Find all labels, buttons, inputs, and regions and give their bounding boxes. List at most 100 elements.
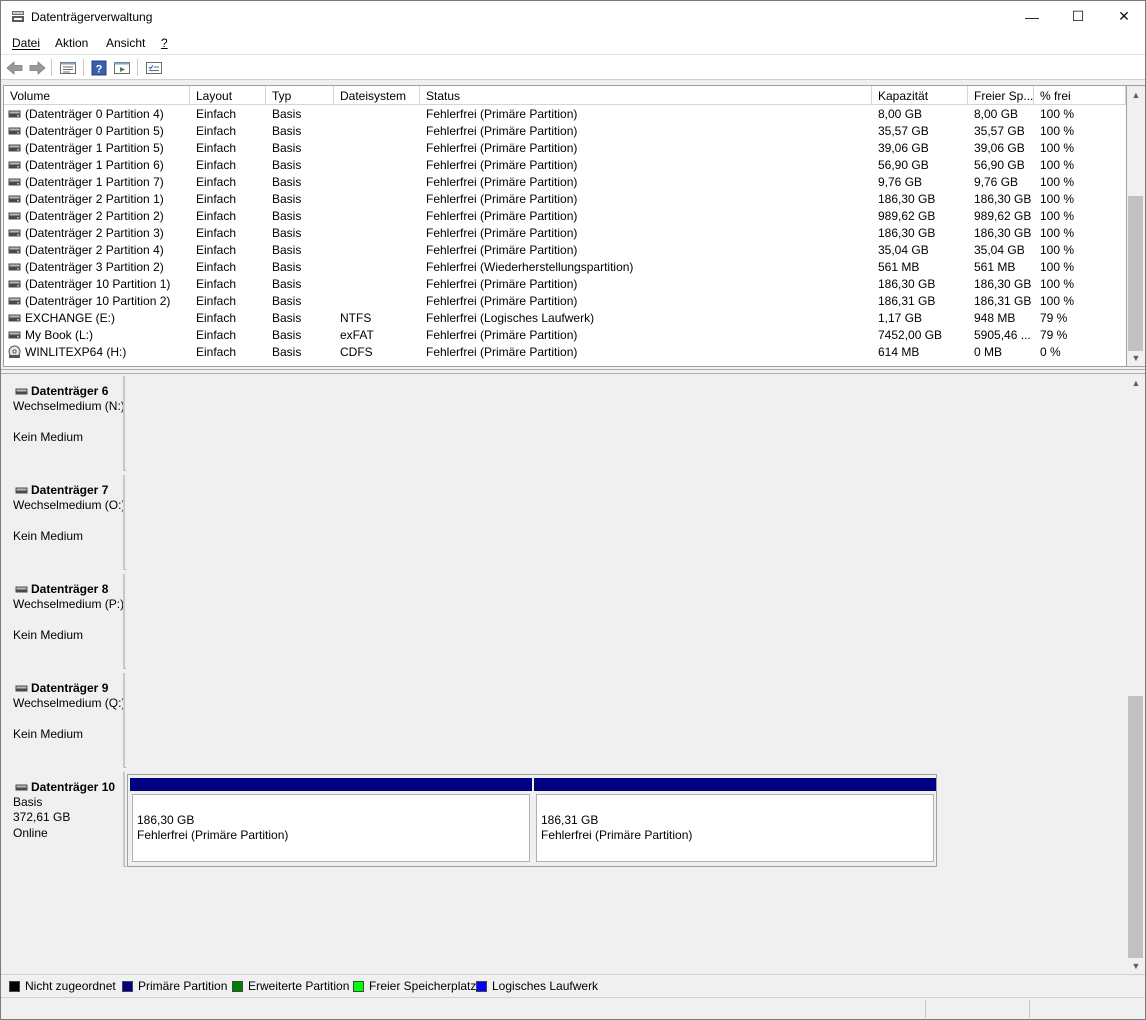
disk-icon [8,212,21,220]
layout-cell: Einfach [196,209,237,223]
table-row[interactable]: (Datenträger 10 Partition 1) Einfach Basis… [4,276,1126,293]
disk-state: Online [13,826,48,840]
disk-view-scrollbar[interactable]: ▲ ▼ [1127,374,1145,974]
disk-size [13,711,123,726]
maximize-icon: ☐ [1071,8,1085,24]
free-space-cell: 186,30 GB [974,277,1032,291]
status-cell: Fehlerfrei (Wiederherstellungspartition) [426,260,634,274]
column-header-status[interactable]: Status [420,86,872,105]
maximize-button[interactable]: ☐ [1055,1,1101,32]
volume-list-scrollbar[interactable]: ▲ ▼ [1127,85,1145,367]
disk-size: 372,61 GB [13,810,71,824]
disk-row[interactable]: Datenträger 6 Wechselmedium (N:) Kein Medi… [3,376,1127,471]
menu-datei[interactable]: Datei [12,36,40,50]
table-row[interactable]: (Datenträger 0 Partition 4) Einfach Basis F… [4,106,1126,123]
properties-button[interactable] [58,58,78,77]
type-cell: Basis [272,311,302,325]
legend-swatch [476,980,487,992]
menu-ansicht[interactable]: Ansicht [106,36,145,50]
column-header-filesystem[interactable]: Dateisystem [334,86,420,105]
disk-icon [8,297,21,305]
status-cell: Fehlerfrei (Primäre Partition) [426,141,578,155]
column-header-layout[interactable]: Layout [190,86,266,105]
scrollbar-thumb[interactable] [1128,196,1143,351]
disk-info-panel[interactable]: Datenträger 7 Wechselmedium (O:) Kein Medi… [3,475,125,570]
capacity-cell: 186,30 GB [878,192,936,206]
menu-aktion[interactable]: Aktion [55,36,88,50]
volume-name-cell: (Datenträger 0 Partition 5) [25,124,164,138]
scroll-down-icon[interactable]: ▼ [1127,957,1145,974]
disk-info-panel[interactable]: Datenträger 10 Basis 372,61 GB Online [3,772,125,867]
legend-label: Logisches Laufwerk [492,979,599,993]
scrollbar-thumb[interactable] [1128,696,1143,958]
disk-state: Kein Medium [13,430,84,444]
table-row[interactable]: EXCHANGE (E:) Einfach Basis NTFS Fehlerfrei … [4,310,1126,327]
minimize-button[interactable]: — [1009,1,1055,32]
disk-icon [8,263,21,271]
disk-info-panel[interactable]: Datenträger 9 Wechselmedium (Q:) Kein Medi… [3,673,125,768]
disk-size [13,513,123,528]
capacity-cell: 186,30 GB [878,226,936,240]
pane-splitter[interactable] [1,369,1145,374]
type-cell: Basis [272,107,302,121]
table-row[interactable]: (Datenträger 2 Partition 4) Einfach Basis F… [4,242,1126,259]
capacity-cell: 39,06 GB [878,141,929,155]
free-space-cell: 186,30 GB [974,192,1032,206]
column-header-free-space[interactable]: Freier Sp... [968,86,1034,105]
scroll-up-icon[interactable]: ▲ [1127,374,1145,391]
disk-info-panel[interactable]: Datenträger 8 Wechselmedium (P:) Kein Medi… [3,574,125,669]
status-cell: Fehlerfrei (Primäre Partition) [426,277,578,291]
back-button[interactable] [5,58,25,77]
disk-info-panel[interactable]: Datenträger 6 Wechselmedium (N:) Kein Medi… [3,376,125,471]
table-row[interactable]: (Datenträger 1 Partition 7) Einfach Basis F… [4,174,1126,191]
disk-size [13,612,123,627]
close-button[interactable]: ✕ [1101,1,1145,32]
percent-free-cell: 100 % [1040,226,1075,240]
free-space-cell: 9,76 GB [974,175,1019,189]
filesystem-cell: NTFS [340,311,372,325]
percent-free-cell: 79 % [1040,311,1068,325]
disk-row[interactable]: Datenträger 8 Wechselmedium (P:) Kein Medi… [3,574,1127,669]
table-row[interactable]: (Datenträger 0 Partition 5) Einfach Basis F… [4,123,1126,140]
refresh-view-button[interactable] [112,58,132,77]
forward-button[interactable] [27,58,47,77]
column-header-capacity[interactable]: Kapazität [872,86,968,105]
status-separator [1029,1000,1030,1018]
capacity-cell: 8,00 GB [878,107,923,121]
disk-row[interactable]: Datenträger 10 Basis 372,61 GB Online 186,30… [3,772,1127,867]
volume-name-cell: (Datenträger 10 Partition 1) [25,277,171,291]
table-row[interactable]: (Datenträger 1 Partition 6) Einfach Basis F… [4,157,1126,174]
minimize-icon: — [1025,8,1039,25]
table-row[interactable]: (Datenträger 2 Partition 2) Einfach Basis F… [4,208,1126,225]
scroll-up-icon[interactable]: ▲ [1127,86,1145,103]
free-space-cell: 35,57 GB [974,124,1025,138]
partition-details: 186,31 GB Fehlerfrei (Primäre Partition) [536,794,934,862]
help-button[interactable]: ? [89,58,109,77]
column-header-percent-free[interactable]: % frei [1034,86,1126,105]
table-row[interactable]: WINLITEXP64 (H:) Einfach Basis CDFS Fehlerfr… [4,344,1126,361]
table-row[interactable]: (Datenträger 10 Partition 2) Einfach Basis… [4,293,1126,310]
status-cell: Fehlerfrei (Primäre Partition) [426,328,578,342]
disk-row[interactable]: Datenträger 7 Wechselmedium (O:) Kein Medi… [3,475,1127,570]
settings-list-button[interactable] [144,58,164,77]
column-header-volume[interactable]: Volume [4,86,190,105]
free-space-cell: 561 MB [974,260,1016,274]
layout-cell: Einfach [196,277,237,291]
table-row[interactable]: (Datenträger 3 Partition 2) Einfach Basis F… [4,259,1126,276]
menu-help[interactable]: ? [161,36,168,50]
column-header-type[interactable]: Typ [266,86,334,105]
table-row[interactable]: (Datenträger 2 Partition 3) Einfach Basis F… [4,225,1126,242]
status-cell: Fehlerfrei (Primäre Partition) [426,175,578,189]
table-row[interactable]: (Datenträger 1 Partition 5) Einfach Basis F… [4,140,1126,157]
percent-free-cell: 0 % [1040,345,1061,359]
disk-icon [8,280,21,288]
scroll-down-icon[interactable]: ▼ [1127,349,1145,366]
partition-block[interactable]: 186,30 GB Fehlerfrei (Primäre Partition) [130,778,532,865]
layout-cell: Einfach [196,124,237,138]
disk-row[interactable]: Datenträger 9 Wechselmedium (Q:) Kein Medi… [3,673,1127,768]
partition-block[interactable]: 186,31 GB Fehlerfrei (Primäre Partition) [534,778,936,865]
table-row[interactable]: (Datenträger 2 Partition 1) Einfach Basis F… [4,191,1126,208]
capacity-cell: 561 MB [878,260,920,274]
table-row[interactable]: My Book (L:) Einfach Basis exFAT Fehlerfrei … [4,327,1126,344]
disk-icon [15,685,28,692]
